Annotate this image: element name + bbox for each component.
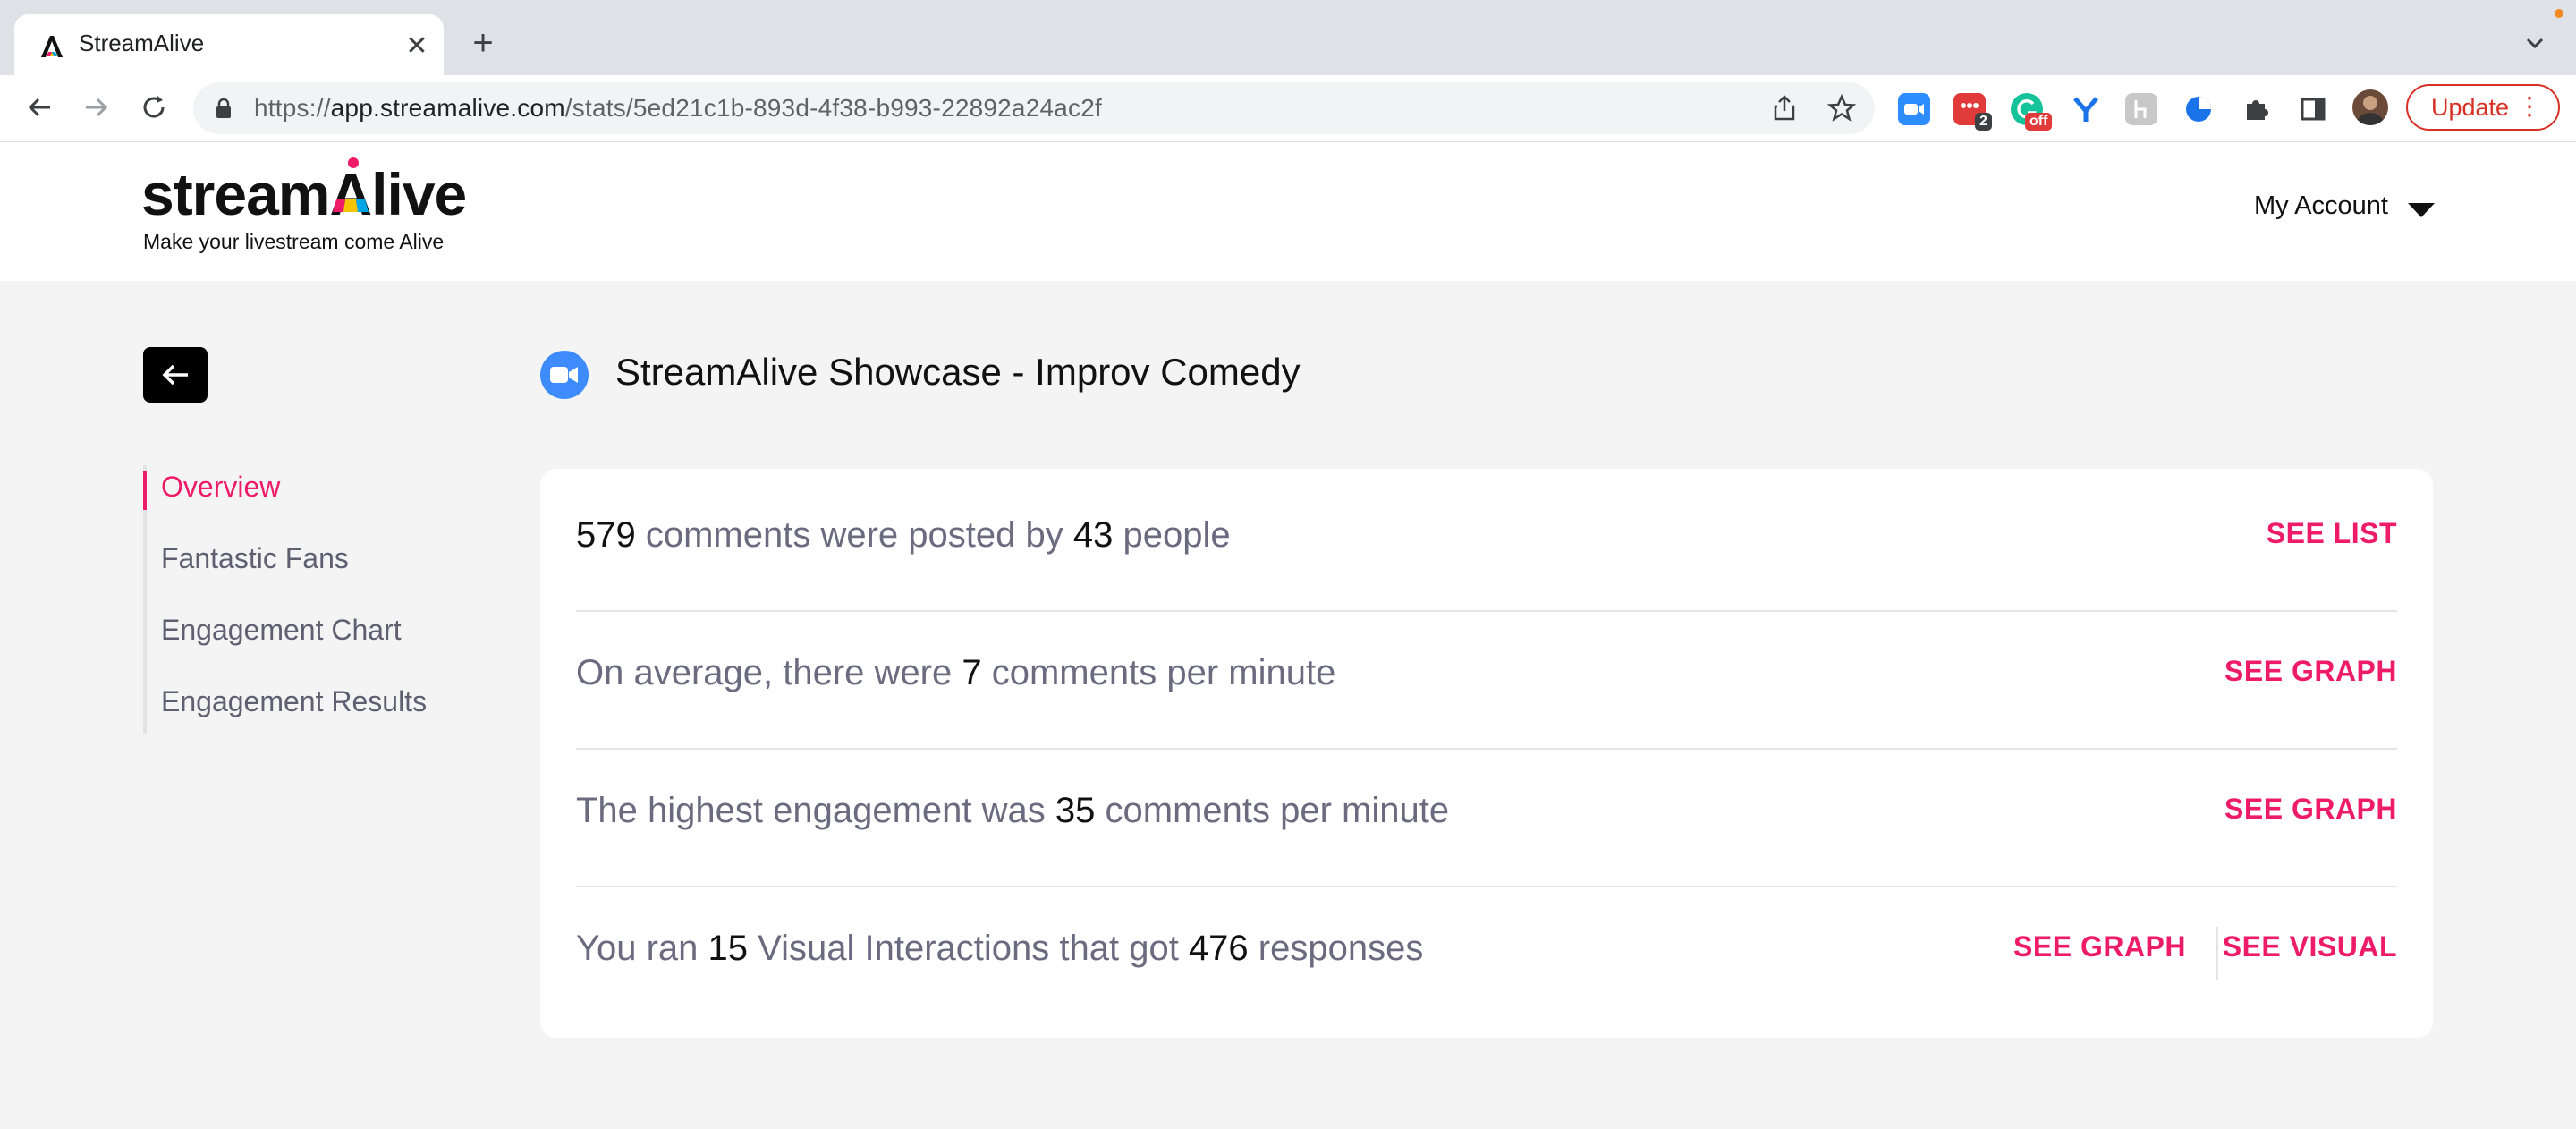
lock-icon <box>216 98 231 118</box>
stat-label: Visual Interactions that got <box>748 929 1189 968</box>
see-graph-link[interactable]: SEE GRAPH <box>2013 930 2186 963</box>
stat-label: You ran <box>576 929 708 968</box>
see-graph-link[interactable]: SEE GRAPH <box>2224 655 2397 688</box>
active-indicator <box>143 471 147 510</box>
grammarly-extension-icon[interactable]: off <box>2011 93 2053 131</box>
logo-text-a: A <box>329 161 372 227</box>
see-list-link[interactable]: SEE LIST <box>2267 517 2397 550</box>
logo-text-left: stream <box>141 161 330 227</box>
stats-card: 579 comments were posted by 43 people SE… <box>540 469 2433 1038</box>
stat-value: 15 <box>708 929 749 968</box>
reload-icon[interactable] <box>134 88 174 127</box>
tab-title: StreamAlive <box>79 30 205 56</box>
stat-label: comments per minute <box>981 653 1336 692</box>
url-path: /stats/5ed21c1b-893d-4f38-b993-22892a24a… <box>564 94 1102 122</box>
update-label: Update <box>2431 93 2510 121</box>
h-extension-icon[interactable] <box>2125 93 2157 125</box>
stat-value: 476 <box>1188 929 1249 968</box>
streamalive-logo[interactable]: streamA live <box>141 157 467 228</box>
more-menu-icon: ⋮ <box>2517 92 2542 120</box>
close-tab-icon[interactable]: ✕ <box>401 30 433 63</box>
stat-row-average: On average, there were 7 comments per mi… <box>576 607 2397 744</box>
new-tab-icon[interactable]: + <box>463 25 503 64</box>
zoom-video-icon <box>540 351 589 399</box>
stat-label: On average, there were <box>576 653 962 692</box>
stat-label: The highest engagement was <box>576 791 1055 830</box>
logo-text-right: live <box>371 161 467 227</box>
url-host: app.streamalive.com <box>330 94 565 122</box>
stat-row-highest: The highest engagement was 35 comments p… <box>576 744 2397 882</box>
stat-label: comments were posted by <box>635 515 1073 555</box>
back-nav-icon[interactable] <box>20 88 59 127</box>
see-visual-link[interactable]: SEE VISUAL <box>2223 930 2397 963</box>
notification-dot <box>2555 9 2563 18</box>
page-title: StreamAlive Showcase - Improv Comedy <box>615 351 1301 393</box>
pie-extension-icon[interactable] <box>2182 93 2215 125</box>
stat-label: people <box>1113 515 1231 555</box>
sidebar-item-fantastic-fans[interactable]: Fantastic Fans <box>161 542 349 575</box>
stat-value: 7 <box>962 653 982 692</box>
share-icon[interactable] <box>1769 93 1800 123</box>
stat-label: comments per minute <box>1095 791 1450 830</box>
side-panel-icon[interactable] <box>2297 93 2329 125</box>
link-separator <box>2216 927 2218 980</box>
extension-badge: off <box>2025 113 2053 131</box>
arrow-left-icon <box>162 364 188 386</box>
sidebar-item-engagement-chart[interactable]: Engagement Chart <box>161 614 402 647</box>
back-button[interactable] <box>143 347 208 403</box>
stat-text: You ran 15 Visual Interactions that got … <box>576 929 1423 969</box>
stat-value: 579 <box>576 515 636 555</box>
logo-dot <box>348 157 360 168</box>
stat-value: 35 <box>1055 791 1096 830</box>
address-bar[interactable]: https://app.streamalive.com/stats/5ed21c… <box>193 82 1875 134</box>
zoom-extension-icon[interactable] <box>1898 93 1930 125</box>
logo-a-mark: A <box>329 157 372 228</box>
stat-text: On average, there were 7 comments per mi… <box>576 653 1335 693</box>
stat-row-visual-interactions: You ran 15 Visual Interactions that got … <box>576 882 2397 1020</box>
logo-tagline: Make your livestream come Alive <box>143 230 445 253</box>
caret-down-icon[interactable] <box>2406 201 2436 219</box>
bookmark-star-icon[interactable] <box>1826 93 1857 123</box>
profile-avatar[interactable] <box>2352 89 2388 125</box>
see-graph-link[interactable]: SEE GRAPH <box>2224 793 2397 826</box>
logo-color-bar <box>333 199 369 212</box>
sidebar-item-overview[interactable]: Overview <box>161 471 280 504</box>
streamalive-favicon-icon <box>41 36 63 57</box>
site-header: streamA live Make your livestream come Al… <box>0 142 2576 281</box>
streamalive-extension-icon[interactable]: 2 <box>1953 93 1992 131</box>
y-extension-icon[interactable] <box>2070 93 2102 125</box>
url-text: https://app.streamalive.com/stats/5ed21c… <box>254 94 1102 123</box>
stat-row-comments: 579 comments were posted by 43 people SE… <box>576 469 2397 607</box>
forward-nav-icon[interactable] <box>77 88 116 127</box>
my-account-menu[interactable]: My Account <box>2254 191 2388 221</box>
browser-tabstrip: StreamAlive ✕ + <box>0 0 2576 75</box>
browser-tab[interactable]: StreamAlive ✕ <box>14 14 444 75</box>
url-scheme: https:// <box>254 94 331 122</box>
sidebar-item-engagement-results[interactable]: Engagement Results <box>161 685 427 718</box>
stat-value: 43 <box>1072 515 1114 555</box>
stat-label: responses <box>1248 929 1424 968</box>
chevron-down-icon[interactable] <box>2519 27 2551 59</box>
update-button[interactable]: Update ⋮ <box>2406 84 2560 131</box>
stat-text: The highest engagement was 35 comments p… <box>576 791 1449 831</box>
browser-toolbar: https://app.streamalive.com/stats/5ed21c… <box>0 75 2576 142</box>
stat-text: 579 comments were posted by 43 people <box>576 515 1231 556</box>
puzzle-extensions-icon[interactable] <box>2240 93 2272 125</box>
extension-badge: 2 <box>1975 113 1992 131</box>
